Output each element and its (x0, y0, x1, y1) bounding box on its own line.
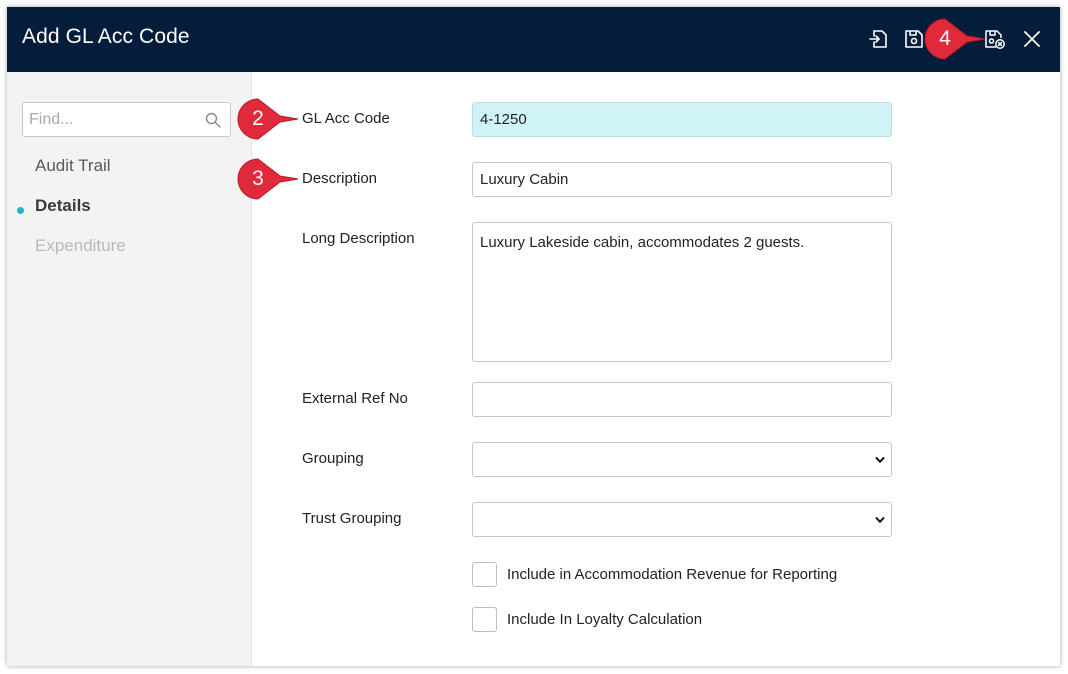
trust-grouping-label: Trust Grouping (302, 510, 402, 527)
dialog-window: Add GL Acc Code Find... Audit Trail Deta… (7, 7, 1060, 666)
details-form: GL Acc Code 4-1250 Description Luxury Ca… (252, 72, 1060, 666)
callout-2: 2 (236, 97, 299, 141)
include-accommodation-label: Include in Accommodation Revenue for Rep… (507, 566, 838, 583)
chevron-down-icon (875, 457, 885, 463)
close-icon (1024, 31, 1040, 47)
grouping-select[interactable] (472, 442, 892, 477)
include-loyalty-checkbox[interactable] (472, 607, 497, 632)
external-ref-input[interactable] (472, 382, 892, 417)
search-icon[interactable] (205, 112, 221, 128)
include-accommodation-checkbox[interactable] (472, 562, 497, 587)
search-input[interactable] (23, 103, 198, 136)
close-button[interactable] (1019, 26, 1045, 52)
callout-4: 4 (923, 17, 986, 61)
save-exit-icon (869, 30, 887, 48)
external-ref-label: External Ref No (302, 390, 408, 407)
sidebar-search (22, 102, 231, 137)
include-loyalty-label: Include In Loyalty Calculation (507, 611, 703, 628)
callout-2-number: 2 (252, 107, 264, 130)
callout-3-number: 3 (252, 167, 264, 190)
sidebar-item-expenditure[interactable]: Expenditure (35, 236, 126, 256)
long-description-label: Long Description (302, 230, 415, 247)
trust-grouping-select[interactable] (472, 502, 892, 537)
dialog-title: Add GL Acc Code (22, 25, 190, 48)
include-loyalty-row[interactable]: Include In Loyalty Calculation (472, 607, 702, 632)
sidebar-item-details[interactable]: Details (35, 196, 91, 216)
long-description-textarea[interactable]: Luxury Lakeside cabin, accommodates 2 gu… (472, 222, 892, 362)
save-exit-button[interactable] (866, 26, 892, 52)
chevron-down-icon (875, 517, 885, 523)
title-bar: Add GL Acc Code (7, 7, 1060, 72)
include-accommodation-row[interactable]: Include in Accommodation Revenue for Rep… (472, 562, 837, 587)
grouping-label: Grouping (302, 450, 364, 467)
callout-3: 3 (236, 157, 299, 201)
active-indicator (17, 207, 24, 214)
description-label: Description (302, 170, 378, 187)
sidebar: Audit Trail Details Expenditure (7, 72, 252, 666)
callout-4-number: 4 (939, 27, 951, 50)
gl-acc-code-label: GL Acc Code (302, 110, 390, 127)
gl-acc-code-input[interactable]: 4-1250 (472, 102, 892, 137)
sidebar-item-audit-trail[interactable]: Audit Trail (35, 156, 111, 176)
description-input[interactable]: Luxury Cabin (472, 162, 892, 197)
